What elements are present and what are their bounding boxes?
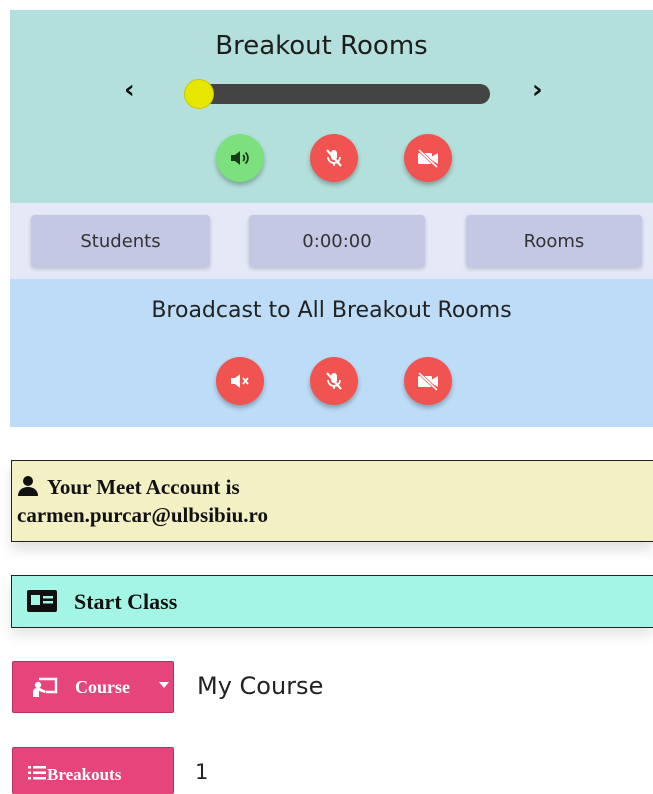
course-dropdown-label: Course bbox=[75, 677, 130, 697]
room-slider-thumb[interactable] bbox=[184, 79, 214, 109]
room-slider-track[interactable] bbox=[188, 84, 490, 104]
broadcast-mic-mute-button[interactable] bbox=[310, 357, 358, 405]
mic-off-icon bbox=[322, 146, 346, 170]
rooms-button[interactable]: Rooms bbox=[466, 215, 642, 267]
breakout-title: Breakout Rooms bbox=[215, 31, 428, 61]
mic-off-icon bbox=[322, 369, 346, 393]
id-card-icon bbox=[26, 588, 58, 618]
broadcast-video-off-button[interactable] bbox=[404, 357, 452, 405]
mic-mute-button[interactable] bbox=[310, 134, 358, 182]
chevron-down-icon bbox=[174, 770, 182, 775]
video-off-icon bbox=[415, 370, 441, 392]
speaker-muted-icon bbox=[228, 371, 252, 391]
account-info-text: Your Meet Account is carmen.purcar@ulbsi… bbox=[17, 475, 268, 528]
user-icon bbox=[17, 475, 39, 503]
account-label: Your Meet Account is bbox=[47, 475, 240, 499]
video-off-icon bbox=[415, 147, 441, 169]
speaker-on-icon bbox=[228, 148, 252, 168]
chevron-down-icon bbox=[159, 682, 169, 688]
next-room-button[interactable]: › bbox=[532, 77, 543, 103]
video-off-button[interactable] bbox=[404, 134, 452, 182]
chalkboard-icon bbox=[32, 676, 58, 703]
course-value: My Course bbox=[197, 672, 324, 700]
students-button[interactable]: Students bbox=[31, 215, 210, 267]
timer-display: 0:00:00 bbox=[249, 215, 425, 267]
start-class-label: Start Class bbox=[74, 589, 178, 614]
account-email: carmen.purcar@ulbsibiu.ro bbox=[17, 503, 268, 527]
breakouts-dropdown-button[interactable]: Breakouts bbox=[12, 747, 182, 794]
course-dropdown-button[interactable]: Course bbox=[12, 661, 174, 713]
previous-room-button[interactable]: ‹ bbox=[124, 77, 135, 103]
breakouts-dropdown-label: Breakouts bbox=[47, 765, 122, 784]
broadcast-audio-mute-button[interactable] bbox=[216, 357, 264, 405]
audio-on-button[interactable] bbox=[216, 134, 264, 182]
list-icon bbox=[28, 765, 46, 786]
broadcast-title: Broadcast to All Breakout Rooms bbox=[151, 298, 512, 323]
breakouts-value: 1 bbox=[195, 760, 209, 784]
